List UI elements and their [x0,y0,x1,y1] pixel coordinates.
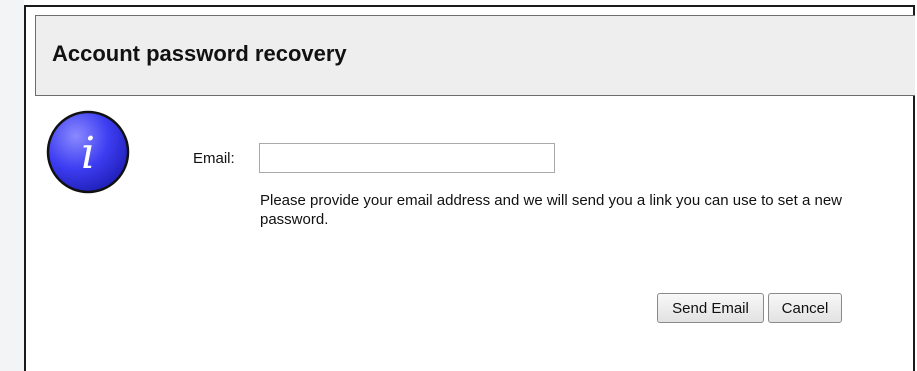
help-text: Please provide your email address and we… [260,192,842,228]
send-email-button[interactable]: Send Email [657,293,764,323]
email-input[interactable] [259,143,555,173]
cancel-button[interactable]: Cancel [768,293,842,323]
info-icon: i [46,110,130,194]
dialog-title: Account password recovery [52,41,347,66]
info-icon-glyph: i [81,128,95,179]
page-background [0,0,24,371]
email-label: Email: [193,150,235,167]
password-recovery-dialog: Account password recovery i Email: Pleas… [24,5,915,371]
